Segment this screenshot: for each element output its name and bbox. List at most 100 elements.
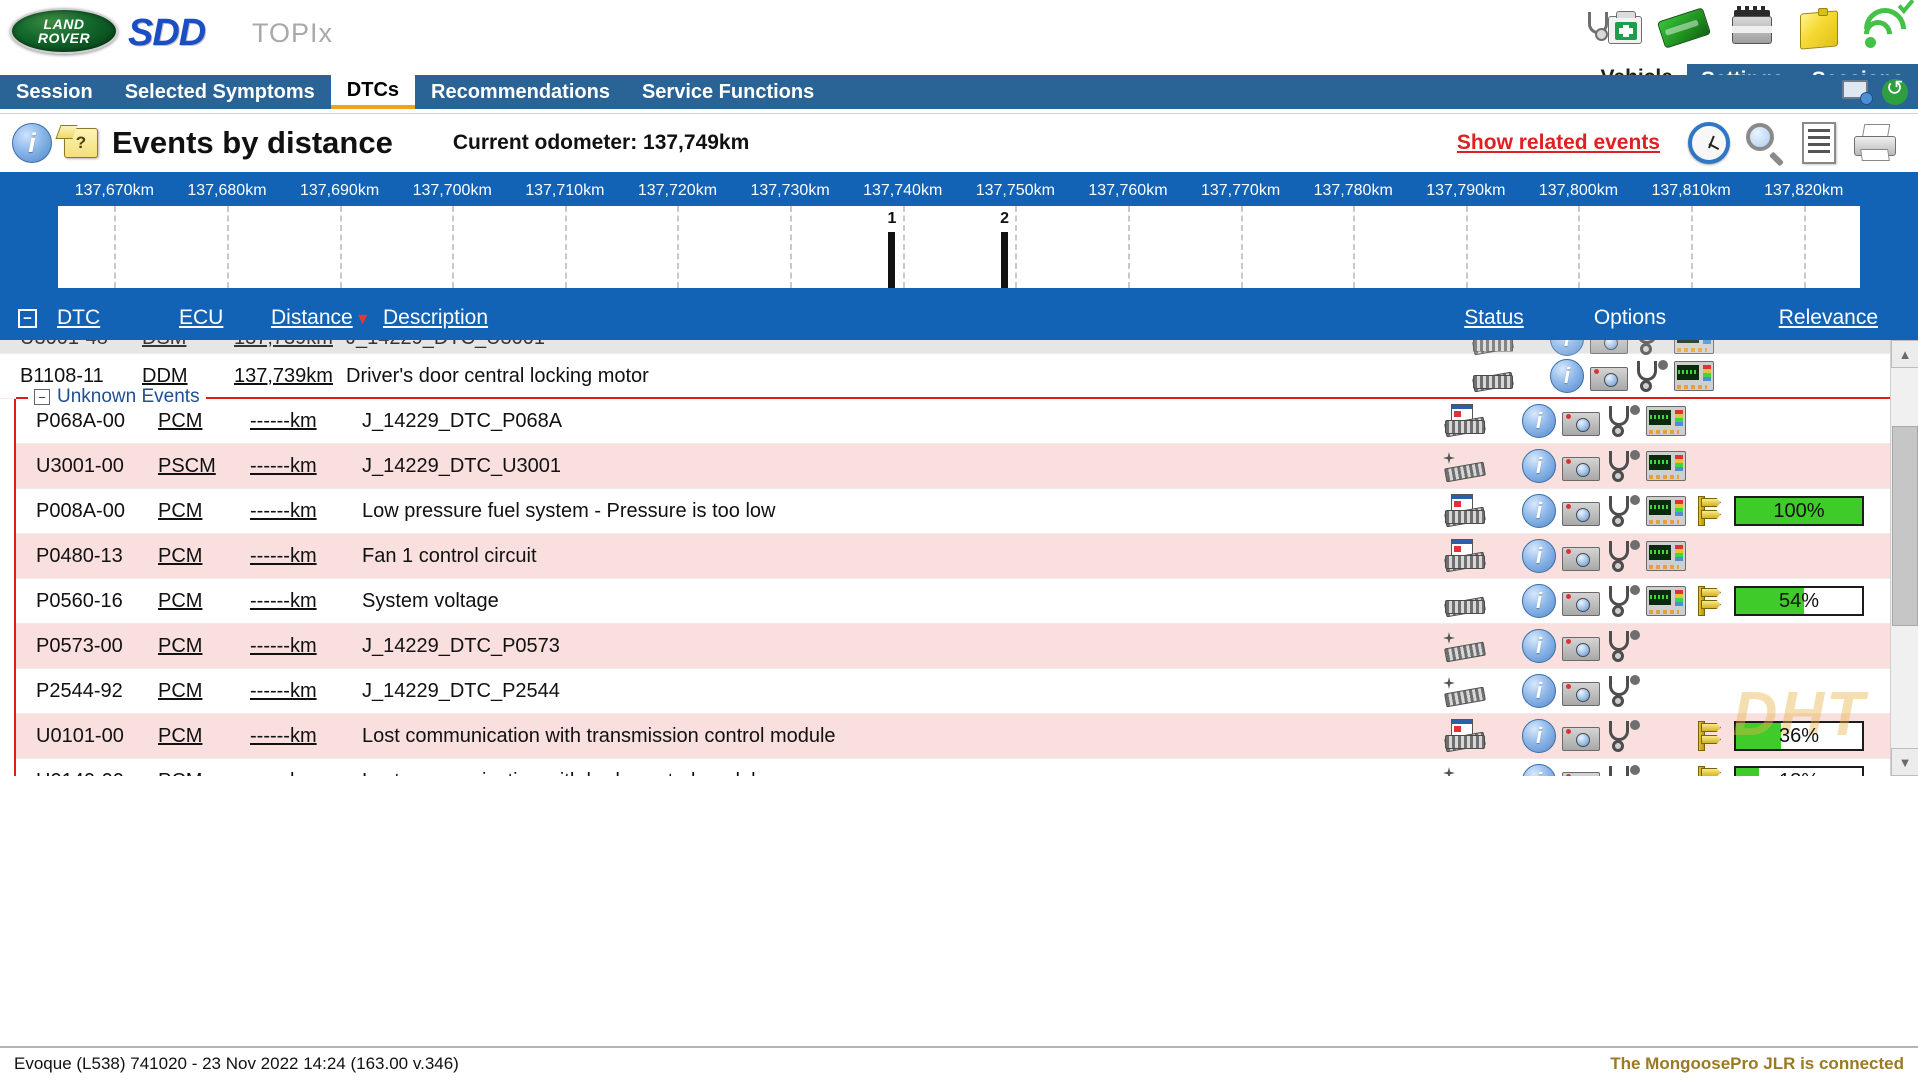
timeline-event-marker[interactable]: 1	[888, 232, 895, 288]
list-view-icon[interactable]	[1802, 122, 1836, 164]
datalogger-icon[interactable]	[1646, 406, 1686, 436]
stethoscope-icon[interactable]	[1606, 630, 1640, 662]
info-icon[interactable]: i	[1522, 449, 1556, 483]
cell-ecu-link[interactable]: DDM	[142, 365, 188, 387]
table-row[interactable]: U3001-00PSCM------kmJ_14229_DTC_U3001i	[16, 444, 1890, 489]
table-row[interactable]: P0560-16PCM------kmSystem voltagei54%	[16, 579, 1890, 624]
info-icon[interactable]: i	[1522, 674, 1556, 708]
cell-ecu-link[interactable]: PCM	[158, 635, 202, 657]
camera-icon[interactable]	[1562, 676, 1600, 706]
cell-ecu-link[interactable]: PCM	[158, 590, 202, 612]
stethoscope-icon[interactable]	[1634, 340, 1668, 355]
table-row[interactable]: P0573-00PCM------kmJ_14229_DTC_P0573i	[16, 624, 1890, 669]
table-row[interactable]: B1108-11DDM137,739kmDriver's door centra…	[0, 354, 1918, 399]
stethoscope-icon[interactable]	[1606, 765, 1640, 776]
scroll-down-button[interactable]: ▼	[1891, 748, 1918, 776]
search-icon[interactable]	[1746, 123, 1786, 163]
stethoscope-icon[interactable]	[1606, 405, 1640, 437]
vertical-scrollbar[interactable]: ▲ ▼	[1890, 340, 1918, 776]
camera-icon[interactable]	[1562, 496, 1600, 526]
tab-session[interactable]: Session	[0, 75, 109, 109]
info-icon[interactable]: i	[1522, 539, 1556, 573]
table-row[interactable]: U0140-00PCM------kmLost communication wi…	[16, 759, 1890, 776]
table-row[interactable]: U3001-48DSM137,739kmJ_14229_DTC_U3001i	[0, 340, 1918, 354]
battery-icon[interactable]	[1724, 2, 1780, 52]
camera-icon[interactable]	[1562, 721, 1600, 751]
camera-icon[interactable]	[1562, 766, 1600, 776]
refresh-icon[interactable]	[1882, 79, 1908, 105]
camera-icon[interactable]	[1562, 541, 1600, 571]
sort-desc-arrow-icon[interactable]: ▼	[355, 311, 371, 328]
fluid-can-icon[interactable]	[1792, 2, 1848, 52]
cell-distance-link[interactable]: 137,739km	[234, 340, 333, 349]
show-related-events-link[interactable]: Show related events	[1457, 131, 1660, 155]
cell-ecu-link[interactable]: PCM	[158, 410, 202, 432]
info-icon[interactable]: i	[1522, 584, 1556, 618]
cell-distance-link[interactable]: ------km	[250, 770, 317, 777]
tab-recommendations[interactable]: Recommendations	[415, 75, 626, 109]
cell-distance-link[interactable]: ------km	[250, 590, 317, 612]
timeline-track[interactable]: 12	[58, 206, 1860, 288]
cell-distance-link[interactable]: ------km	[250, 635, 317, 657]
cell-ecu-link[interactable]: PCM	[158, 680, 202, 702]
datalogger-icon[interactable]	[1646, 586, 1686, 616]
cell-distance-link[interactable]: ------km	[250, 410, 317, 432]
scrollbar-thumb[interactable]	[1892, 426, 1918, 626]
vci-device-icon[interactable]	[1656, 2, 1712, 52]
wireless-connected-icon[interactable]	[1860, 2, 1910, 52]
info-icon[interactable]: i	[1522, 494, 1556, 528]
cell-distance-link[interactable]: ------km	[250, 680, 317, 702]
tab-dtcs[interactable]: DTCs	[331, 75, 415, 109]
scroll-up-button[interactable]: ▲	[1891, 340, 1918, 368]
diagnostics-kit-icon[interactable]	[1588, 2, 1644, 52]
cell-ecu-link[interactable]: PCM	[158, 545, 202, 567]
cell-ecu-link[interactable]: PSCM	[158, 455, 216, 477]
info-icon[interactable]: i	[1550, 340, 1584, 356]
print-icon[interactable]	[1852, 122, 1900, 164]
cell-ecu-link[interactable]: PCM	[158, 770, 202, 777]
cell-distance-link[interactable]: ------km	[250, 500, 317, 522]
stethoscope-icon[interactable]	[1606, 540, 1640, 572]
stethoscope-icon[interactable]	[1606, 495, 1640, 527]
help-icon[interactable]: ?	[64, 128, 98, 158]
info-icon[interactable]: i	[1522, 764, 1556, 776]
cell-ecu-link[interactable]: PCM	[158, 725, 202, 747]
info-icon[interactable]: i	[1522, 629, 1556, 663]
stethoscope-icon[interactable]	[1634, 360, 1668, 392]
table-row[interactable]: U0101-00PCM------kmLost communication wi…	[16, 714, 1890, 759]
table-row[interactable]: P2544-92PCM------kmJ_14229_DTC_P2544i	[16, 669, 1890, 714]
clock-icon[interactable]	[1688, 122, 1730, 164]
cell-ecu-link[interactable]: DSM	[142, 340, 186, 349]
table-row[interactable]: P068A-00PCM------kmJ_14229_DTC_P068Ai	[16, 399, 1890, 444]
stethoscope-icon[interactable]	[1606, 675, 1640, 707]
tab-selected-symptoms[interactable]: Selected Symptoms	[109, 75, 331, 109]
column-header-distance[interactable]: Distance	[271, 306, 353, 329]
cell-ecu-link[interactable]: PCM	[158, 500, 202, 522]
cell-distance-link[interactable]: ------km	[250, 455, 317, 477]
datalogger-icon[interactable]	[1646, 496, 1686, 526]
camera-icon[interactable]	[1562, 406, 1600, 436]
camera-icon[interactable]	[1562, 586, 1600, 616]
stethoscope-icon[interactable]	[1606, 585, 1640, 617]
camera-icon[interactable]	[1562, 631, 1600, 661]
column-header-dtc[interactable]: DTC	[57, 306, 100, 329]
camera-icon[interactable]	[1590, 361, 1628, 391]
info-icon[interactable]: i	[12, 123, 52, 163]
cell-distance-link[interactable]: ------km	[250, 545, 317, 567]
remote-session-icon[interactable]	[1842, 80, 1872, 104]
datalogger-icon[interactable]	[1646, 451, 1686, 481]
datalogger-icon[interactable]	[1674, 340, 1714, 354]
group-collapse-toggle[interactable]: −	[34, 389, 50, 405]
camera-icon[interactable]	[1590, 340, 1628, 354]
table-row[interactable]: P0480-13PCM------kmFan 1 control circuit…	[16, 534, 1890, 579]
column-header-ecu[interactable]: ECU	[179, 306, 223, 329]
datalogger-icon[interactable]	[1674, 361, 1714, 391]
timeline-event-marker[interactable]: 2	[1001, 232, 1008, 288]
info-icon[interactable]: i	[1550, 359, 1584, 393]
info-icon[interactable]: i	[1522, 719, 1556, 753]
table-row[interactable]: P008A-00PCM------kmLow pressure fuel sys…	[16, 489, 1890, 534]
column-header-relevance[interactable]: Relevance	[1779, 306, 1878, 329]
column-header-description[interactable]: Description	[383, 306, 488, 329]
tab-service-functions[interactable]: Service Functions	[626, 75, 830, 109]
datalogger-icon[interactable]	[1646, 541, 1686, 571]
